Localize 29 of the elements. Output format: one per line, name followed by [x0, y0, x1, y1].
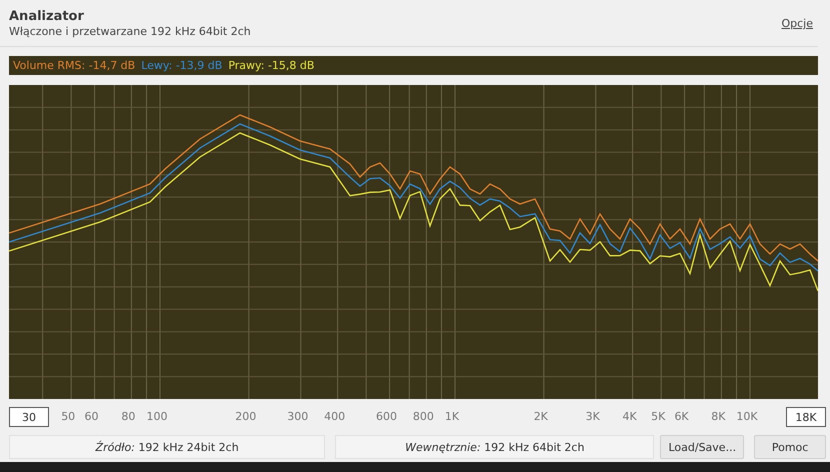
- source-format-text: Źródło: 192 kHz 24bit 2ch: [96, 440, 239, 454]
- axis-label: 300: [287, 410, 308, 423]
- axis-label: 800: [412, 410, 434, 423]
- axis-label: 100: [146, 410, 168, 423]
- options-link[interactable]: Opcje: [781, 17, 813, 30]
- axis-label: 10K: [736, 410, 758, 423]
- axis-label: 5K: [651, 410, 666, 423]
- level-reading: Volume RMS: -14,7 dB: [13, 59, 136, 72]
- axis-label: 400: [324, 410, 346, 423]
- axis-label: 3K: [586, 410, 600, 423]
- max-frequency-field[interactable]: 18K: [786, 407, 826, 427]
- axis-label: 2K: [534, 410, 548, 423]
- action-button[interactable]: Pomoc: [754, 435, 826, 459]
- min-frequency-field[interactable]: 30: [9, 407, 49, 427]
- level-reading: Lewy: -13,9 dB: [141, 59, 222, 72]
- level-reading: Prawy: -15,8 dB: [228, 59, 314, 72]
- axis-label: 8K: [711, 410, 726, 423]
- axis-label: 1K: [444, 410, 460, 423]
- axis-label: 60: [84, 410, 99, 423]
- internal-format-text: Wewnętrznie: 192 kHz 64bit 2ch: [405, 440, 584, 454]
- axis-label: 200: [235, 410, 256, 423]
- panel-title: Analizator: [9, 9, 85, 24]
- status-text: Włączone i przetwarzane 192 kHz 64bit 2ch: [9, 25, 251, 40]
- axis-label: 50: [61, 410, 76, 423]
- action-button[interactable]: Load/Save...: [660, 435, 744, 459]
- axis-label: 6K: [674, 410, 689, 423]
- axis-label: 4K: [622, 410, 637, 423]
- axis-label: 600: [376, 410, 398, 423]
- axis-label: 80: [121, 410, 136, 423]
